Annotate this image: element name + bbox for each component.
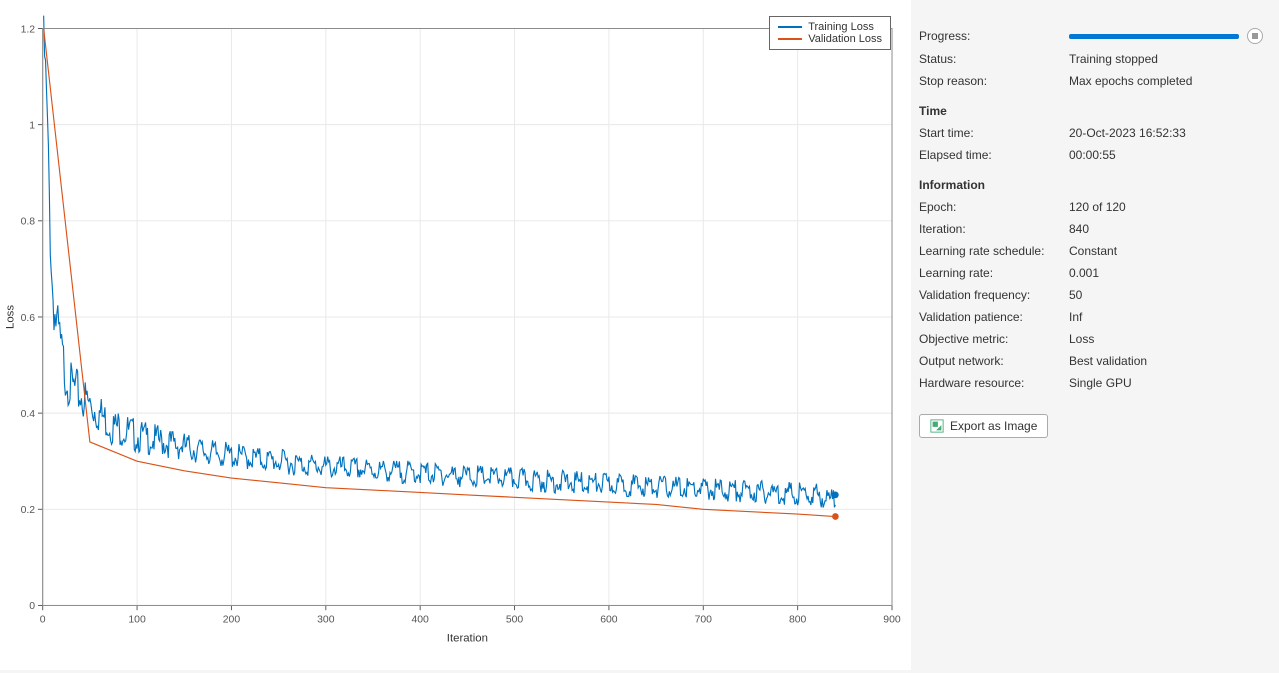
svg-text:1: 1 — [29, 120, 35, 131]
val-patience-value: Inf — [1069, 310, 1263, 324]
obj-metric-label: Objective metric: — [919, 332, 1069, 346]
export-icon — [930, 419, 944, 433]
legend-label-training: Training Loss — [808, 21, 874, 33]
svg-text:0: 0 — [29, 601, 35, 612]
legend-line-training — [778, 26, 802, 28]
hardware-value: Single GPU — [1069, 376, 1263, 390]
svg-text:0.2: 0.2 — [21, 505, 36, 516]
legend-item-training: Training Loss — [778, 21, 882, 33]
stop-reason-label: Stop reason: — [919, 74, 1069, 88]
svg-text:0.4: 0.4 — [21, 409, 36, 420]
svg-text:200: 200 — [223, 615, 241, 626]
stop-button[interactable] — [1247, 28, 1263, 44]
time-header: Time — [919, 104, 1263, 118]
lr-schedule-label: Learning rate schedule: — [919, 244, 1069, 258]
obj-metric-value: Loss — [1069, 332, 1263, 346]
svg-text:100: 100 — [128, 615, 146, 626]
start-time-label: Start time: — [919, 126, 1069, 140]
stop-icon — [1252, 33, 1258, 39]
lr-value: 0.001 — [1069, 266, 1263, 280]
export-image-button[interactable]: Export as Image — [919, 414, 1048, 438]
svg-text:Iteration: Iteration — [447, 633, 488, 645]
export-label: Export as Image — [950, 419, 1037, 433]
svg-text:500: 500 — [506, 615, 524, 626]
val-patience-label: Validation patience: — [919, 310, 1069, 324]
info-panel: Progress: Status: Training stopped Stop … — [911, 0, 1279, 670]
svg-text:600: 600 — [600, 615, 618, 626]
svg-text:900: 900 — [883, 615, 901, 626]
hardware-label: Hardware resource: — [919, 376, 1069, 390]
lr-label: Learning rate: — [919, 266, 1069, 280]
val-freq-value: 50 — [1069, 288, 1263, 302]
iteration-label: Iteration: — [919, 222, 1069, 236]
start-time-value: 20-Oct-2023 16:52:33 — [1069, 126, 1263, 140]
stop-reason-value: Max epochs completed — [1069, 74, 1263, 88]
progress-label: Progress: — [919, 29, 1069, 43]
legend-item-validation: Validation Loss — [778, 33, 882, 45]
elapsed-label: Elapsed time: — [919, 148, 1069, 162]
svg-text:300: 300 — [317, 615, 335, 626]
progress-bar — [1069, 34, 1239, 39]
elapsed-value: 00:00:55 — [1069, 148, 1263, 162]
loss-chart: 0 100 200 300 400 500 600 700 800 900 0 0.2 0.4 0.6 0.… — [0, 0, 911, 670]
legend-line-validation — [778, 38, 802, 40]
output-net-value: Best validation — [1069, 354, 1263, 368]
epoch-label: Epoch: — [919, 200, 1069, 214]
status-label: Status: — [919, 52, 1069, 66]
svg-text:0.6: 0.6 — [21, 313, 36, 324]
progress-fill — [1069, 34, 1239, 39]
legend-label-validation: Validation Loss — [808, 33, 882, 45]
information-header: Information — [919, 178, 1263, 192]
svg-text:800: 800 — [789, 615, 807, 626]
chart-legend: Training Loss Validation Loss — [769, 16, 891, 50]
iteration-value: 840 — [1069, 222, 1263, 236]
status-value: Training stopped — [1069, 52, 1263, 66]
svg-text:1.2: 1.2 — [21, 24, 36, 35]
lr-schedule-value: Constant — [1069, 244, 1263, 258]
val-freq-label: Validation frequency: — [919, 288, 1069, 302]
svg-text:700: 700 — [695, 615, 713, 626]
chart-container: 0 100 200 300 400 500 600 700 800 900 0 0.2 0.4 0.6 0.… — [0, 0, 911, 670]
svg-text:0: 0 — [40, 615, 46, 626]
svg-text:Loss: Loss — [4, 305, 16, 329]
output-net-label: Output network: — [919, 354, 1069, 368]
epoch-value: 120 of 120 — [1069, 200, 1263, 214]
svg-text:0.8: 0.8 — [21, 217, 36, 228]
svg-text:400: 400 — [411, 615, 429, 626]
